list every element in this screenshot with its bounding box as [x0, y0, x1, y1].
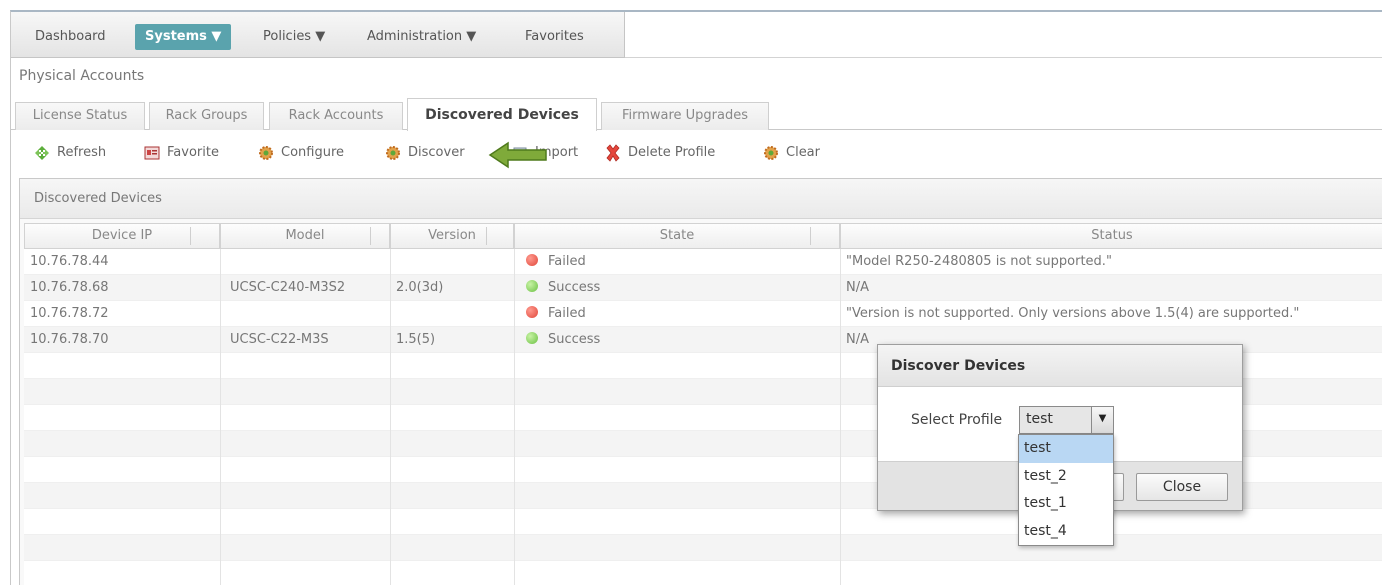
cell-state: Success — [526, 327, 600, 353]
nav-administration[interactable]: Administration ▼ — [357, 24, 486, 50]
favorite-label: Favorite — [167, 145, 219, 160]
profile-select[interactable]: test ▼ — [1019, 406, 1114, 434]
failed-status-icon — [526, 254, 538, 266]
success-status-icon — [526, 280, 538, 292]
tab-discovered-devices[interactable]: Discovered Devices — [407, 98, 597, 131]
tab-firmware-upgrades[interactable]: Firmware Upgrades — [601, 102, 769, 130]
configure-button[interactable]: Configure — [257, 142, 344, 164]
configure-label: Configure — [281, 145, 345, 160]
column-divider — [810, 227, 811, 245]
tab-bar: License Status Rack Groups Rack Accounts… — [11, 98, 1382, 131]
empty-row — [24, 535, 1382, 561]
profile-option[interactable]: test_4 — [1019, 518, 1113, 546]
nav-policies[interactable]: Policies ▼ — [253, 24, 335, 50]
delete-profile-button[interactable]: Delete Profile — [604, 142, 715, 164]
column-header-version[interactable]: Version — [390, 223, 514, 249]
cell-device-ip: 10.76.78.44 — [30, 254, 109, 269]
chevron-down-icon[interactable]: ▼ — [1091, 407, 1113, 433]
favorite-button[interactable]: Favorite — [143, 142, 219, 164]
cell-state: Failed — [526, 249, 586, 275]
success-status-icon — [526, 332, 538, 344]
column-header-state[interactable]: State — [514, 223, 840, 249]
clear-button[interactable]: Clear — [762, 142, 820, 164]
profile-option[interactable]: test_1 — [1019, 490, 1113, 518]
tab-rack-accounts[interactable]: Rack Accounts — [269, 102, 403, 130]
column-divider — [840, 249, 841, 585]
column-divider — [220, 249, 221, 585]
cell-state: Failed — [526, 301, 586, 327]
cell-status: "Model R250-2480805 is not supported." — [846, 254, 1112, 269]
profile-dropdown-list: test test_2 test_1 test_4 — [1018, 434, 1114, 546]
state-label: Failed — [548, 254, 586, 269]
tab-license-status[interactable]: License Status — [15, 102, 145, 130]
dialog-title: Discover Devices — [878, 345, 1242, 387]
close-button[interactable]: Close — [1136, 473, 1228, 501]
cell-device-ip: 10.76.78.70 — [30, 332, 109, 347]
clear-label: Clear — [786, 145, 820, 160]
tab-rack-groups[interactable]: Rack Groups — [149, 102, 264, 130]
column-header-model[interactable]: Model — [220, 223, 390, 249]
column-header-label: Device IP — [91, 228, 153, 243]
table-row[interactable]: 10.76.78.68 UCSC-C240-M3S2 2.0(3d) Succe… — [24, 275, 1382, 301]
nav-favorites[interactable]: Favorites — [515, 24, 594, 50]
favorite-icon — [144, 146, 160, 159]
column-header-label: Status — [1091, 228, 1133, 243]
refresh-button[interactable]: Refresh — [33, 142, 106, 164]
profile-select-value: test — [1026, 411, 1053, 427]
gear-icon — [386, 145, 400, 160]
column-header-label: Model — [285, 228, 325, 243]
cell-status: N/A — [846, 332, 869, 347]
state-label: Success — [548, 280, 601, 295]
empty-row — [24, 561, 1382, 585]
cell-model: UCSC-C22-M3S — [230, 332, 329, 347]
select-profile-label: Select Profile — [911, 412, 1003, 428]
state-label: Failed — [548, 306, 586, 321]
column-divider — [390, 249, 391, 585]
delete-icon — [606, 143, 620, 162]
cell-state: Success — [526, 275, 600, 301]
delete-profile-label: Delete Profile — [628, 145, 716, 160]
cell-model: UCSC-C240-M3S2 — [230, 280, 346, 295]
nav-systems[interactable]: Systems ▼ — [135, 24, 232, 50]
cell-status: N/A — [846, 280, 869, 295]
arrow-left-icon — [488, 141, 547, 169]
column-divider — [190, 227, 191, 245]
column-header-label: State — [659, 228, 695, 243]
column-divider — [514, 249, 515, 585]
failed-status-icon — [526, 306, 538, 318]
cell-version: 1.5(5) — [396, 332, 436, 347]
discover-button[interactable]: Discover — [384, 142, 465, 164]
profile-option[interactable]: test — [1019, 435, 1113, 463]
refresh-icon — [35, 145, 49, 160]
refresh-label: Refresh — [57, 145, 107, 160]
cell-status: "Version is not supported. Only versions… — [846, 306, 1300, 321]
top-navigation: Dashboard Systems ▼ Policies ▼ Administr… — [11, 12, 1382, 58]
gear-icon — [764, 145, 778, 160]
column-header-label: Version — [428, 228, 476, 243]
table-row[interactable]: 10.76.78.44 Failed "Model R250-2480805 i… — [24, 249, 1382, 275]
cell-device-ip: 10.76.78.68 — [30, 280, 109, 295]
empty-row — [24, 509, 1382, 535]
panel-title: Discovered Devices — [20, 179, 1382, 219]
gear-icon — [259, 145, 273, 160]
top-navigation-menu: Dashboard Systems ▼ Policies ▼ Administr… — [11, 12, 625, 58]
cell-device-ip: 10.76.78.72 — [30, 306, 109, 321]
profile-option[interactable]: test_2 — [1019, 463, 1113, 491]
table-row[interactable]: 10.76.78.72 Failed "Version is not suppo… — [24, 301, 1382, 327]
column-divider — [486, 227, 487, 245]
nav-dashboard[interactable]: Dashboard — [25, 24, 116, 50]
toolbar: Refresh Favorite Configure Discover Impo… — [11, 130, 1382, 176]
discover-label: Discover — [408, 145, 465, 160]
state-label: Success — [548, 332, 601, 347]
column-divider — [370, 227, 371, 245]
column-header-status[interactable]: Status — [840, 223, 1382, 249]
cell-version: 2.0(3d) — [396, 280, 444, 295]
page-title: Physical Accounts — [19, 68, 145, 84]
